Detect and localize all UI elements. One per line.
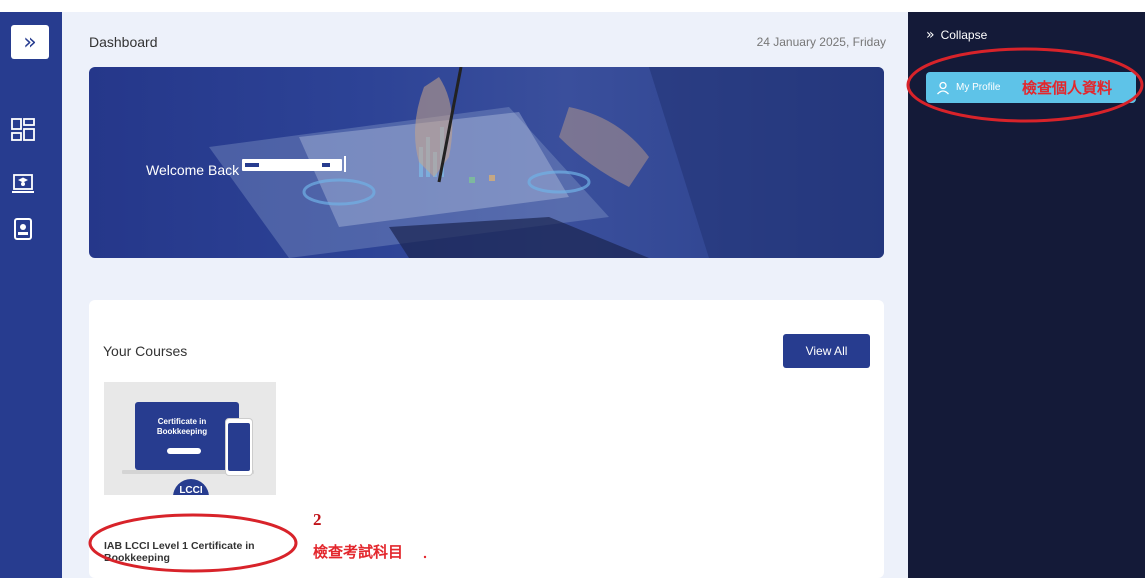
collapse-button[interactable]: » Collapse [926,27,987,43]
courses-title: Your Courses [103,343,188,359]
graduate-laptop-icon [12,174,34,193]
view-all-button[interactable]: View All [783,334,870,368]
expand-rail-button[interactable]: » [11,25,49,59]
annotation-number: 2 [313,510,322,529]
double-chevron-right-icon: » [23,29,37,55]
annotation-profile-note: 檢查個人資料 [1022,79,1113,97]
course-name-link[interactable]: IAB LCCI Level 1 Certificate in Bookkeep… [104,540,284,564]
app-window: » Dashboard 24 January 2025, Friday Welc… [0,0,1145,578]
redacted-username [242,159,342,171]
left-rail: » [0,12,62,578]
main-content: Dashboard 24 January 2025, Friday Welcom… [62,12,908,578]
lcci-logo: LCCI [173,479,209,495]
annotation-course-note: 檢查考試科目 [313,543,404,561]
rail-item-profile-card[interactable] [8,214,38,244]
user-icon [937,81,949,94]
welcome-banner: Welcome Back [89,67,884,258]
welcome-text: Welcome Back [146,162,240,178]
courses-card: Your Courses View All Certificate in Boo… [89,300,884,578]
current-date: 24 January 2025, Friday [756,35,886,49]
my-profile-label: My Profile [956,82,1001,93]
rail-item-courses[interactable] [8,169,38,199]
course-thumbnail[interactable]: Certificate in Bookkeeping LCCI [104,382,276,495]
dashboard-grid-icon [11,118,35,141]
rail-item-dashboard[interactable] [8,115,38,145]
double-chevron-right-icon: » [926,27,935,43]
collapse-label: Collapse [940,28,988,42]
thumb-title: Certificate in Bookkeeping [156,417,208,436]
thumb-level-pill [167,448,201,454]
page-title: Dashboard [89,34,158,50]
id-badge-icon [14,218,32,240]
phone-illustration [225,418,253,476]
redaction-mark [344,156,346,172]
